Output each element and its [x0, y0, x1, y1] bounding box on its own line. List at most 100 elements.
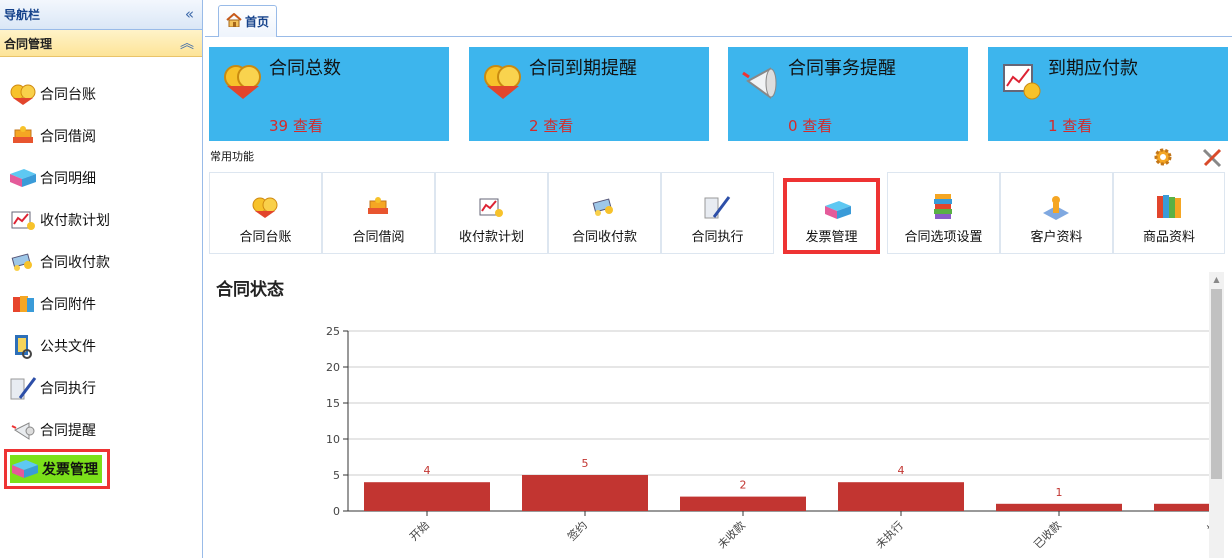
coins-icon [221, 59, 265, 103]
megaphone-icon [740, 59, 784, 103]
func-label: 合同台账 [239, 230, 292, 245]
x-tick-label: 未收款 [715, 518, 748, 551]
func-ledger[interactable]: 合同台账 [209, 172, 322, 254]
func-borrow[interactable]: 合同借阅 [322, 172, 435, 254]
sidebar-item-ledger[interactable]: 合同台账 [8, 76, 96, 112]
stacked-books-icon [925, 191, 961, 223]
bar-value-label: 4 [424, 464, 431, 477]
func-option-settings[interactable]: 合同选项设置 [887, 172, 1000, 254]
home-icon [226, 12, 242, 31]
tab-label: 首页 [244, 15, 269, 29]
chevron-up-icon[interactable]: ︽ [180, 33, 194, 53]
gear-icon[interactable] [1152, 146, 1174, 168]
y-tick-label: 10 [326, 433, 340, 446]
func-label: 合同执行 [691, 230, 744, 245]
payment-icon [8, 247, 38, 277]
sidebar-item-label: 合同明细 [40, 171, 96, 187]
execute-icon [8, 373, 38, 403]
invoice-icon [820, 194, 856, 226]
func-label: 合同收付款 [571, 230, 637, 245]
card-title: 合同事务提醒 [788, 58, 896, 79]
ledger-icon [247, 191, 283, 223]
sidebar-item-invoice-highlight: 发票管理 [10, 455, 102, 483]
card-title: 到期应付款 [1048, 58, 1138, 79]
sidebar-item-payment[interactable]: 合同收付款 [8, 244, 110, 280]
func-execute[interactable]: 合同执行 [661, 172, 774, 254]
sidebar-item-invoice[interactable]: 发票管理 [4, 449, 110, 489]
func-payment-plan[interactable]: 收付款计划 [435, 172, 548, 254]
scroll-up-arrow-icon[interactable]: ▲ [1209, 272, 1224, 288]
y-tick-label: 25 [326, 325, 340, 338]
nav-header: 导航栏 « [0, 0, 202, 30]
x-tick-label: 签约 [564, 518, 589, 543]
attachment-icon [8, 289, 38, 319]
section-header[interactable]: 合同管理 ︽ [0, 30, 202, 57]
bar [522, 475, 648, 511]
borrow-icon [360, 191, 396, 223]
card-due-payment[interactable]: 到期应付款 1 查看 [988, 47, 1228, 141]
card-affair-reminder[interactable]: 合同事务提醒 0 查看 [728, 47, 968, 141]
card-expiry-reminder[interactable]: 合同到期提醒 2 查看 [469, 47, 709, 141]
bar [364, 482, 490, 511]
books-icon [1151, 191, 1187, 223]
func-product[interactable]: 商品资料 [1113, 172, 1225, 254]
detail-icon [8, 163, 38, 193]
y-tick-label: 5 [333, 469, 340, 482]
func-label: 合同选项设置 [904, 230, 983, 245]
card-view-link[interactable]: 39 查看 [269, 115, 323, 136]
tab-bar: 首页 [205, 0, 1232, 37]
public-file-icon [8, 331, 38, 361]
card-title: 合同到期提醒 [529, 58, 637, 79]
execute-icon [699, 191, 735, 223]
card-total-contracts[interactable]: 合同总数 39 查看 [209, 47, 449, 141]
function-shortcuts: 合同台账 合同借阅 收付款计划 合同收付款 合同执行 发票管理 合同选项设置 客… [209, 172, 1229, 254]
sidebar-item-detail[interactable]: 合同明细 [8, 160, 96, 196]
contract-status-chart: 05101520254开始5签约2未收款4未执行1已收款执 [326, 325, 1209, 551]
ledger-icon [8, 79, 38, 109]
bar-value-label: 4 [898, 464, 905, 477]
bar [680, 496, 806, 511]
x-tick-label: 开始 [406, 518, 431, 543]
x-tick-label: 未执行 [873, 518, 906, 551]
card-view-link[interactable]: 2 查看 [529, 115, 573, 136]
bar-value-label: 1 [1056, 486, 1063, 499]
sidebar-item-reminder[interactable]: 合同提醒 [8, 412, 96, 448]
sidebar-item-execute[interactable]: 合同执行 [8, 370, 96, 406]
bar [996, 503, 1122, 511]
sidebar-item-borrow[interactable]: 合同借阅 [8, 118, 96, 154]
bar [838, 482, 964, 511]
payment-plan-icon [473, 191, 509, 223]
sidebar-item-public-file[interactable]: 公共文件 [8, 328, 96, 364]
sidebar-item-attachment[interactable]: 合同附件 [8, 286, 96, 322]
func-invoice[interactable]: 发票管理 [783, 178, 880, 254]
func-payment[interactable]: 合同收付款 [548, 172, 661, 254]
collapse-left-icon[interactable]: « [185, 7, 194, 22]
tab-home[interactable]: 首页 [218, 5, 277, 37]
sidebar-item-label: 合同附件 [40, 297, 96, 313]
chart-coins-icon [1000, 59, 1044, 103]
bar-value-label: 2 [740, 479, 747, 492]
card-title: 合同总数 [269, 58, 341, 79]
card-view-link[interactable]: 0 查看 [788, 115, 832, 136]
scrollbar[interactable]: ▲ [1209, 272, 1224, 558]
sidebar-item-label: 合同执行 [40, 381, 96, 397]
sidebar-item-label: 公共文件 [40, 339, 96, 355]
invoice-icon [10, 454, 40, 484]
bar [1154, 503, 1209, 511]
scroll-thumb[interactable] [1211, 289, 1222, 479]
card-view-link[interactable]: 1 查看 [1048, 115, 1092, 136]
customer-icon [1038, 191, 1074, 223]
sidebar-item-payment-plan[interactable]: 收付款计划 [8, 202, 110, 238]
tools-icon[interactable] [1200, 146, 1224, 170]
sidebar-item-label: 合同借阅 [40, 129, 96, 145]
sidebar-item-label: 合同收付款 [40, 255, 110, 271]
sidebar-item-label: 合同提醒 [40, 423, 96, 439]
x-tick-label: 已收款 [1031, 518, 1064, 551]
chart-title: 合同状态 [216, 280, 284, 300]
func-customer[interactable]: 客户资料 [1000, 172, 1113, 254]
common-functions-label: 常用功能 [210, 150, 254, 163]
bar-value-label: 5 [582, 457, 589, 470]
func-label: 发票管理 [805, 230, 858, 245]
func-label: 合同借阅 [352, 230, 405, 245]
y-tick-label: 20 [326, 361, 340, 374]
